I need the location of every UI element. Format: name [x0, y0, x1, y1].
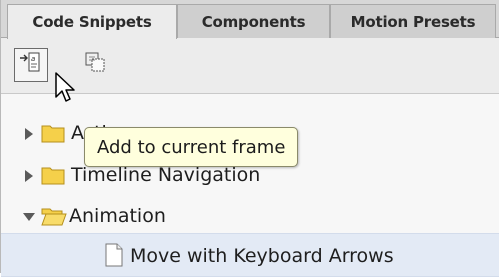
tab-code-snippets[interactable]: Code Snippets [7, 4, 177, 39]
tab-bar: Code Snippets Components Motion Presets [1, 0, 499, 39]
code-snippets-panel: Code Snippets Components Motion Presets … [0, 0, 499, 277]
snippet-document-icon [104, 243, 124, 271]
svg-text:a: a [31, 55, 35, 63]
open-folder-icon [41, 206, 67, 230]
folder-icon [41, 123, 65, 147]
tree-item-move-with-keyboard-arrows[interactable]: Move with Keyboard Arrows [1, 233, 499, 277]
copy-to-clipboard-button[interactable] [79, 48, 113, 82]
tree-item-label: Move with Keyboard Arrows [130, 245, 394, 267]
copy-to-clipboard-icon [83, 50, 109, 80]
tab-motion-presets[interactable]: Motion Presets [330, 4, 496, 38]
tree-item-label: Timeline Navigation [71, 164, 261, 186]
mouse-cursor-icon [55, 72, 79, 110]
collapse-arrow-icon[interactable] [22, 210, 36, 224]
folder-icon [41, 165, 65, 189]
snippet-tree: Actions Timeline Navigation [1, 94, 499, 277]
tab-components[interactable]: Components [177, 4, 330, 38]
expand-arrow-icon[interactable] [22, 169, 36, 183]
expand-arrow-icon[interactable] [22, 127, 36, 141]
tooltip: Add to current frame [84, 127, 299, 167]
add-to-frame-icon: a [18, 51, 44, 79]
tree-item-label: Animation [69, 205, 166, 227]
add-to-current-frame-button[interactable]: a [14, 48, 48, 82]
